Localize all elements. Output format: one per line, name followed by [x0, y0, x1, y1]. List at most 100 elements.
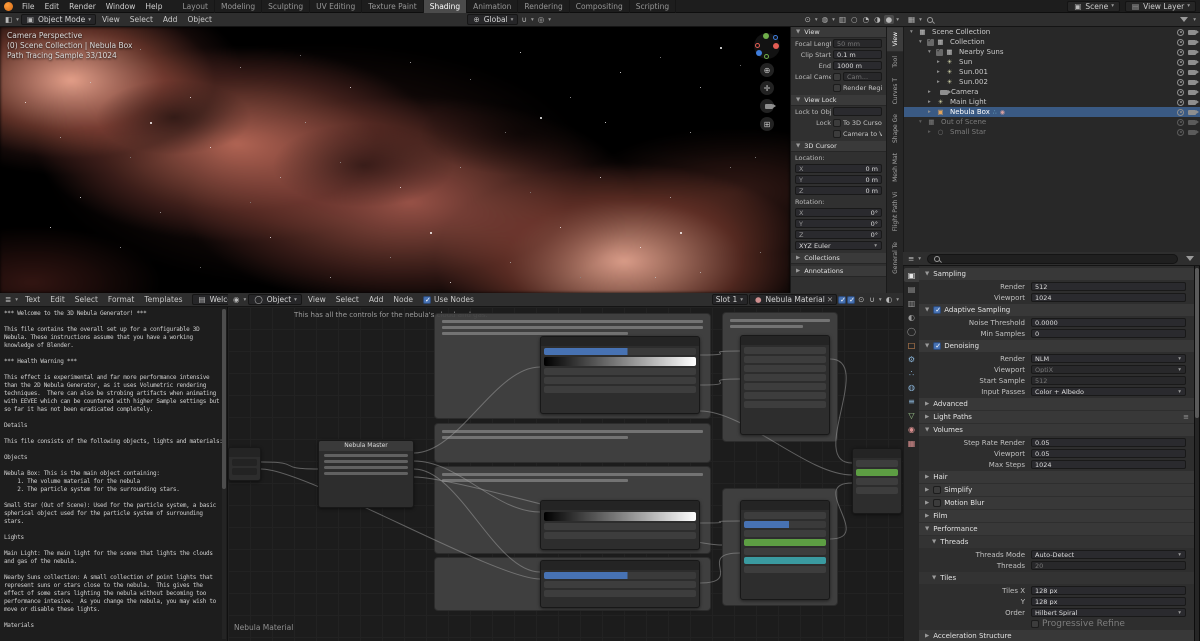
panel-header-adaptive-sampling[interactable]: ▼Adaptive Sampling [919, 304, 1194, 316]
workspace-tab-compositing[interactable]: Compositing [570, 0, 630, 13]
transform-orientation-dropdown[interactable]: ⊕ Global ▾ [467, 14, 518, 25]
node-socket-row-gray[interactable] [744, 566, 826, 573]
expand-right-icon[interactable]: ▸ [937, 59, 945, 65]
overlays-icon[interactable]: ◍ [820, 15, 831, 24]
render-visibility-icon[interactable] [1188, 30, 1196, 35]
value-field-tiles-x[interactable]: 128 px [1031, 586, 1186, 595]
node-socket-row-gray[interactable] [544, 386, 696, 393]
workspace-tab-shading[interactable]: Shading [424, 0, 467, 13]
properties-tab-view-layer[interactable]: ▥ [904, 296, 919, 310]
panel-header-performance[interactable]: ▼Performance [919, 523, 1194, 535]
visibility-eye-icon[interactable] [1177, 79, 1184, 86]
editor-type-icon[interactable]: ≡ [906, 254, 916, 263]
properties-tab-modifiers[interactable]: ⚙ [904, 352, 919, 366]
properties-search[interactable] [927, 254, 1178, 264]
node-menu-view[interactable]: View [303, 293, 331, 306]
properties-tab-texture[interactable]: ▦ [904, 436, 919, 450]
expand-right-icon[interactable]: ▸ [928, 89, 936, 95]
node-socket-row-gray[interactable] [856, 478, 898, 485]
node-socket-row-green[interactable] [744, 539, 826, 546]
show-gizmo-icon[interactable]: ⊙ [803, 15, 813, 24]
outliner-row-main-light[interactable]: ▸☀Main Light [904, 97, 1200, 107]
properties-tab-material[interactable]: ◉ [904, 422, 919, 436]
viewport-menu-add[interactable]: Add [158, 13, 183, 26]
value-field-step-rate-render[interactable]: 0.05 [1031, 438, 1186, 447]
pin-toggle[interactable] [847, 296, 855, 304]
sidebar-tab-tool[interactable]: Tool [887, 51, 903, 73]
node-socket-row-gray[interactable] [856, 487, 898, 494]
star-color-node[interactable] [540, 560, 700, 608]
checkbox-camera-to-view[interactable] [833, 130, 841, 138]
value-field-clip-start[interactable]: 0.1 m [833, 50, 882, 59]
value-field-y[interactable]: Y0 m [795, 175, 882, 184]
expand-right-icon[interactable]: ▸ [928, 109, 936, 115]
menu-window[interactable]: Window [101, 0, 141, 13]
node-socket-row-gray[interactable] [744, 392, 826, 399]
outliner-row-sun-001[interactable]: ▸☀Sun.001 [904, 67, 1200, 77]
text-editor[interactable]: *** Welcome to the 3D Nebula Generator! … [0, 307, 228, 641]
workspace-tab-sculpting[interactable]: Sculpting [262, 0, 310, 13]
gas-group-node[interactable] [740, 335, 830, 435]
node-socket-row-sk[interactable] [324, 454, 408, 457]
value-field-min-samples[interactable]: 0 [1031, 329, 1186, 338]
properties-tab-particles[interactable]: ∴ [904, 366, 919, 380]
workspace-tab-modeling[interactable]: Modeling [215, 0, 262, 13]
value-field-focal-length[interactable]: 50 mm [833, 39, 882, 48]
node-socket-row-ramp[interactable] [544, 357, 696, 366]
fake-user-toggle[interactable] [838, 296, 846, 304]
checkbox-denoising[interactable] [933, 342, 941, 350]
outliner-row-scene-collection[interactable]: ▾▦Scene Collection [904, 27, 1200, 37]
frame-noise-reduction[interactable] [434, 423, 711, 463]
node-socket-row-gray[interactable] [744, 530, 826, 537]
menu-edit[interactable]: Edit [40, 0, 65, 13]
visibility-eye-icon[interactable] [1177, 29, 1184, 36]
visibility-eye-icon[interactable] [1177, 129, 1184, 136]
node-socket-row-gray[interactable] [544, 523, 696, 530]
value-field-x[interactable]: X0° [795, 208, 882, 217]
node-socket-row-ramp[interactable] [544, 512, 696, 521]
axis-x-neg-dot[interactable] [755, 43, 760, 48]
render-visibility-icon[interactable] [1188, 110, 1196, 115]
mode-dropdown[interactable]: ▣ Object Mode ▾ [21, 14, 96, 25]
value-field-noise-threshold[interactable]: 0.0000 [1031, 318, 1186, 327]
filter-icon[interactable] [1186, 256, 1194, 261]
scene-selector[interactable]: ▣ Scene ▾ [1067, 1, 1120, 12]
expand-down-icon[interactable]: ▾ [928, 49, 936, 55]
text-scrollbar[interactable] [222, 309, 226, 639]
visibility-eye-icon[interactable] [1177, 59, 1184, 66]
collection-checkbox[interactable] [927, 39, 934, 46]
outliner-row-small-star[interactable]: ▸○Small Star [904, 127, 1200, 137]
node-socket-row-gray[interactable] [544, 377, 696, 384]
checkbox-motion-blur[interactable] [933, 499, 941, 507]
expand-right-icon[interactable]: ▸ [937, 69, 945, 75]
panel-header-annotations[interactable]: ▶Annotations [791, 266, 886, 277]
sidebar-tab-general-te[interactable]: General Te [887, 237, 903, 279]
zoom-tool-icon[interactable]: ⊕ [760, 63, 774, 77]
properties-tab-render[interactable]: ▣ [904, 268, 919, 282]
shader-type-dropdown[interactable]: ◯ Object ▾ [248, 294, 302, 305]
properties-tab-physics[interactable]: ◍ [904, 380, 919, 394]
value-field-end[interactable]: 1000 m [833, 61, 882, 70]
menu-render[interactable]: Render [64, 0, 101, 13]
orientation-gizmo[interactable] [754, 33, 780, 59]
outliner-row-sun-002[interactable]: ▸☀Sun.002 [904, 77, 1200, 87]
properties-tab-object[interactable]: □ [904, 338, 919, 352]
node-socket-row-slider[interactable] [544, 348, 696, 355]
render-visibility-icon[interactable] [1188, 40, 1196, 45]
dropdown-threads-mode[interactable]: Auto-Detect▾ [1031, 550, 1186, 559]
camera-view-icon[interactable] [760, 99, 774, 113]
value-field-lock-to-obj[interactable] [833, 107, 882, 116]
node-canvas[interactable]: This has all the controls for the nebula… [228, 307, 903, 641]
workspace-tab-texture-paint[interactable]: Texture Paint [362, 0, 423, 13]
visibility-eye-icon[interactable] [1177, 119, 1184, 126]
node-socket-row-cyan[interactable] [744, 557, 826, 564]
node-socket-row-gray[interactable] [744, 374, 826, 381]
properties-tab-scene[interactable]: ◐ [904, 310, 919, 324]
node-socket-row-sk[interactable] [324, 466, 408, 469]
value-field-local-camera[interactable]: Cam... [843, 72, 882, 81]
checkbox-local-camera[interactable] [833, 73, 841, 81]
expand-down-icon[interactable]: ▾ [919, 39, 927, 45]
outliner-row-nearby-suns[interactable]: ▾▦Nearby Suns [904, 47, 1200, 57]
sidebar-tab-shape-ge[interactable]: Shape Ge [887, 109, 903, 148]
properties-tab-world[interactable]: ◯ [904, 324, 919, 338]
